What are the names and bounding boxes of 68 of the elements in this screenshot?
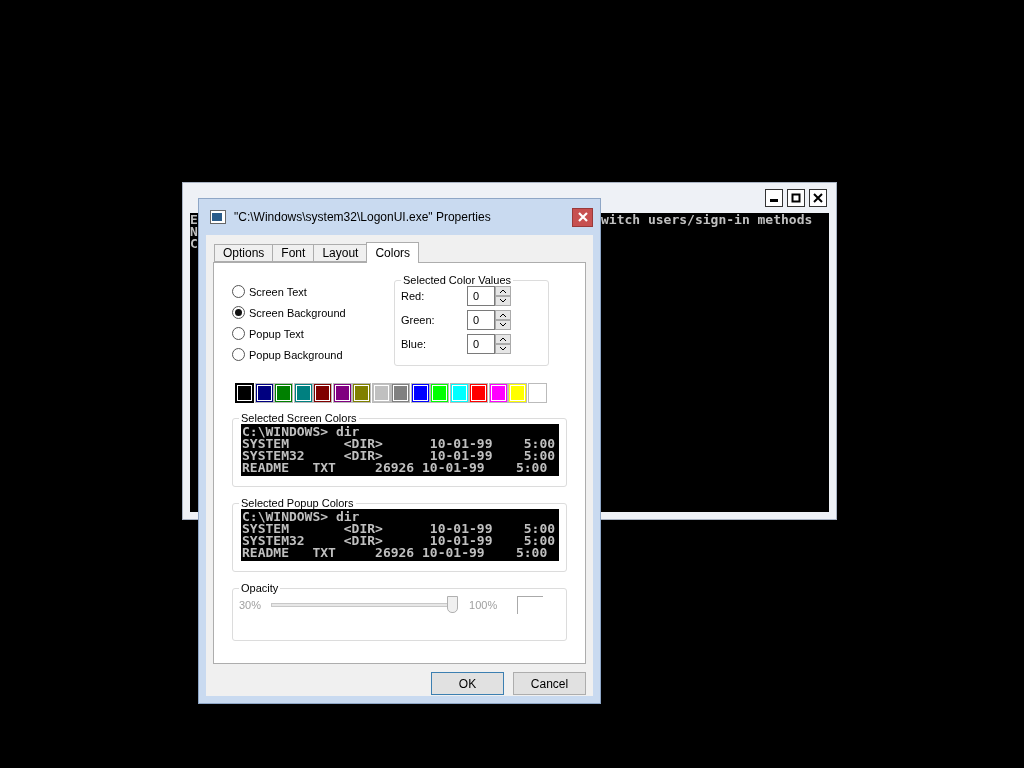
spin-buttons[interactable] bbox=[495, 334, 511, 354]
preview-line: SYSTEM <DIR> 10-01-99 5:00 bbox=[242, 523, 557, 535]
color-swatch[interactable] bbox=[352, 383, 371, 403]
color-swatch[interactable] bbox=[293, 383, 313, 403]
color-swatch[interactable] bbox=[410, 383, 430, 403]
preview-line: README TXT 26926 10-01-99 5:00 bbox=[242, 462, 549, 474]
preview-line: SYSTEM32 <DIR> 10-01-99 5:00 bbox=[242, 535, 557, 547]
color-swatch[interactable] bbox=[488, 383, 508, 403]
slider-max-label: 100% bbox=[469, 599, 498, 611]
preview-line: SYSTEM32 <DIR> 10-01-99 5:00 bbox=[242, 450, 557, 462]
console-text: witch users/sign-in methods bbox=[601, 214, 814, 226]
color-swatch[interactable] bbox=[332, 383, 352, 403]
close-icon bbox=[813, 193, 823, 203]
color-swatch[interactable] bbox=[235, 383, 254, 403]
color-swatch[interactable] bbox=[371, 383, 391, 403]
color-swatch[interactable] bbox=[449, 383, 469, 403]
maximize-button[interactable] bbox=[787, 189, 805, 207]
maximize-icon bbox=[791, 193, 801, 203]
tab[interactable]: Layout bbox=[313, 244, 368, 262]
radio-label: Popup Background bbox=[249, 348, 343, 361]
number-field[interactable]: 0 bbox=[467, 286, 495, 306]
color-swatch[interactable] bbox=[274, 383, 293, 403]
group-title: Selected Color Values bbox=[402, 274, 513, 286]
group-title: Selected Screen Colors bbox=[240, 412, 358, 424]
preview-line: SYSTEM <DIR> 10-01-99 5:00 bbox=[242, 438, 557, 450]
console-text: N bbox=[190, 224, 198, 239]
color-swatch[interactable] bbox=[527, 383, 547, 403]
number-field[interactable]: 0 bbox=[467, 310, 495, 330]
close-button[interactable] bbox=[809, 189, 827, 207]
spin-buttons[interactable] bbox=[495, 286, 511, 306]
field-label: Blue: bbox=[401, 338, 428, 350]
color-swatch[interactable] bbox=[254, 383, 274, 403]
console-text: E bbox=[190, 212, 198, 227]
radio-button[interactable] bbox=[232, 348, 245, 361]
group-title: Opacity bbox=[240, 582, 280, 594]
close-icon bbox=[577, 212, 588, 222]
radio-button[interactable] bbox=[232, 285, 245, 298]
field-label: Red: bbox=[401, 290, 426, 302]
color-swatch[interactable] bbox=[508, 383, 527, 403]
color-swatch[interactable] bbox=[391, 383, 410, 403]
minimize-button[interactable] bbox=[765, 189, 783, 207]
radio-label: Screen Text bbox=[249, 285, 307, 298]
radio-button[interactable] bbox=[232, 327, 245, 340]
opacity-slider[interactable] bbox=[271, 596, 460, 614]
preview-line: C:\WINDOWS> dir bbox=[242, 511, 361, 523]
field-label: Green: bbox=[401, 314, 436, 326]
dialog-button[interactable]: Cancel bbox=[513, 672, 586, 695]
spin-buttons[interactable] bbox=[495, 310, 511, 330]
color-swatch[interactable] bbox=[469, 383, 488, 403]
tab[interactable]: Options bbox=[214, 244, 274, 262]
close-button[interactable] bbox=[572, 207, 593, 227]
dialog-button[interactable]: OK bbox=[431, 672, 504, 695]
group-title: Selected Popup Colors bbox=[240, 497, 355, 509]
number-field[interactable]: 0 bbox=[467, 334, 495, 354]
console-app-icon bbox=[210, 210, 226, 224]
color-swatch[interactable] bbox=[313, 383, 332, 403]
opacity-preview bbox=[517, 596, 544, 614]
color-swatch[interactable] bbox=[430, 383, 449, 403]
radio-button[interactable] bbox=[232, 306, 245, 319]
console-text: C bbox=[190, 236, 198, 251]
radio-label: Screen Background bbox=[249, 306, 346, 319]
slider-min-label: 30% bbox=[239, 599, 262, 611]
radio-label: Popup Text bbox=[249, 327, 304, 340]
window-title: "C:\Windows\system32\LogonUI.exe" Properties bbox=[234, 210, 492, 224]
preview-line: README TXT 26926 10-01-99 5:00 bbox=[242, 547, 549, 559]
tab[interactable]: Font bbox=[272, 244, 315, 262]
tab[interactable]: Colors bbox=[366, 242, 420, 263]
preview-line: C:\WINDOWS> dir bbox=[242, 426, 361, 438]
